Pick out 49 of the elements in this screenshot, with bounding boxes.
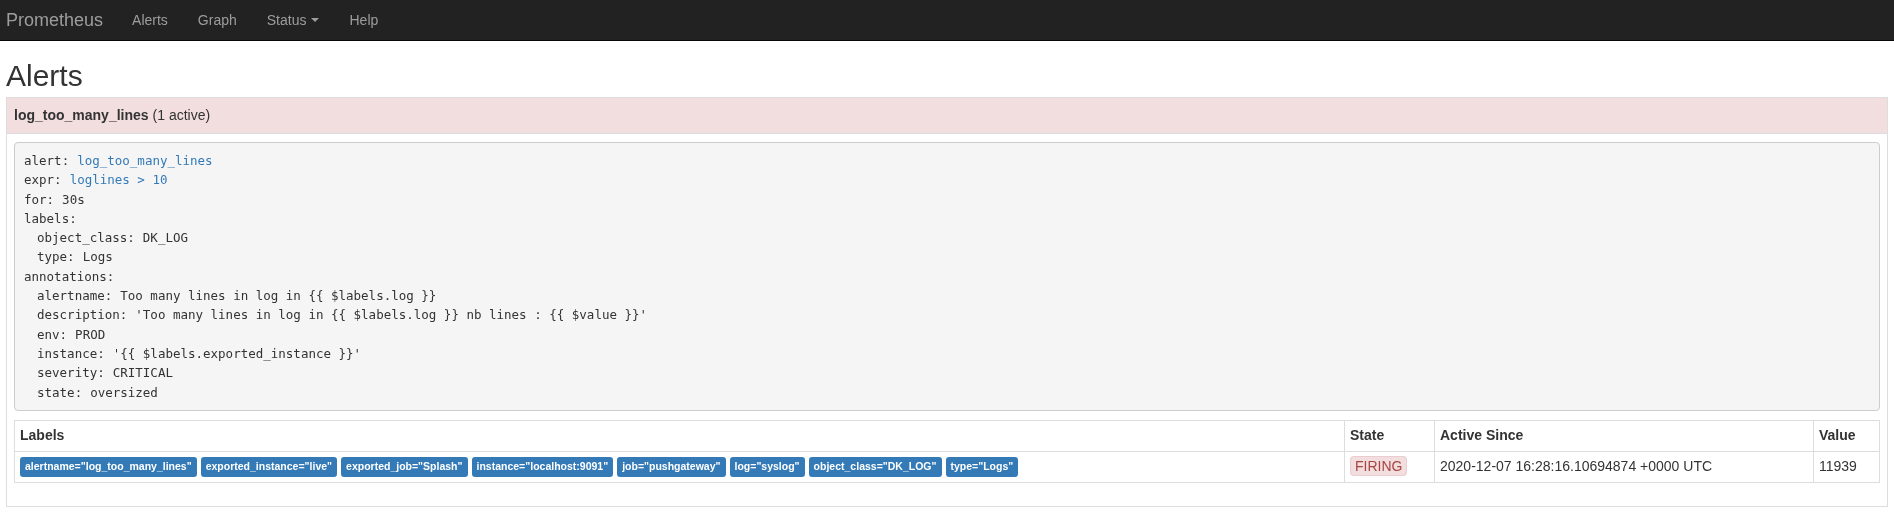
rule-key: alert: xyxy=(24,153,70,168)
rule-value: PROD xyxy=(75,326,106,342)
rule-key: for: xyxy=(24,191,55,207)
rule-key: expr: xyxy=(24,172,62,188)
table-cell: 2020-12-07 16:28:16.10694874 +0000 UTC xyxy=(1434,451,1814,483)
rule-key: instance: xyxy=(37,345,105,361)
column-header: Active Since xyxy=(1434,420,1814,452)
label-tag: exported_job="Splash" xyxy=(341,457,468,477)
page-title: Alerts xyxy=(6,59,84,92)
brand-link[interactable]: Prometheus xyxy=(6,6,104,34)
nav-link[interactable]: Graph xyxy=(182,9,252,31)
rule-value: 30s xyxy=(62,191,85,207)
rule-value: Too many lines in log in {{ $labels.log }} xyxy=(120,288,437,304)
rule-key: alertname: xyxy=(37,288,113,304)
rule-value: CRITICAL xyxy=(112,365,173,381)
rule-key: severity: xyxy=(37,365,105,381)
rule-key: type: xyxy=(37,249,75,265)
rule-link[interactable]: loglines > 10 xyxy=(69,172,168,188)
label-tag: instance="localhost:9091" xyxy=(471,457,614,477)
label-tag: log="syslog" xyxy=(729,457,805,477)
rule-value: '{{ $labels.exported_instance }}' xyxy=(112,345,362,361)
label-tag: alertname="log_too_many_lines" xyxy=(20,457,197,477)
table-cell: 11939 xyxy=(1813,451,1880,483)
column-header: State xyxy=(1344,420,1435,452)
rule-value: 'Too many lines in log in {{ $labels.log }} nb lines : {{ $value }}' xyxy=(135,307,648,323)
label-tag: exported_instance="live" xyxy=(200,457,338,477)
state-badge: FIRING xyxy=(1350,456,1408,477)
alert-header[interactable]: log_too_many_lines (1 active) xyxy=(7,98,1887,134)
rule-key: env: xyxy=(37,326,68,342)
rule-key: object_class: xyxy=(37,230,135,246)
rule-link[interactable]: log_too_many_lines xyxy=(77,153,213,168)
rule-key: state: xyxy=(37,384,83,400)
nav-link[interactable]: Alerts xyxy=(117,9,183,31)
caret-icon xyxy=(311,18,320,22)
column-header: Labels xyxy=(14,420,1345,452)
nav-link[interactable]: Help xyxy=(334,9,394,31)
rule-key: description: xyxy=(37,307,128,323)
nav-link[interactable]: Status xyxy=(251,9,335,31)
column-header: Value xyxy=(1813,420,1880,452)
rule-value: Logs xyxy=(82,249,113,265)
alert-name: log_too_many_lines xyxy=(14,106,149,125)
active-count: (1 active) xyxy=(152,106,211,125)
label-tag: job="pushgateway" xyxy=(617,457,726,477)
rule-key: labels: xyxy=(24,210,77,226)
label-tag: type="Logs" xyxy=(945,457,1019,477)
label-tag: object_class="DK_LOG" xyxy=(808,457,942,477)
rule-key: annotations: xyxy=(24,268,115,284)
rule-value: DK_LOG xyxy=(142,230,188,246)
rule-value: oversized xyxy=(90,384,158,400)
